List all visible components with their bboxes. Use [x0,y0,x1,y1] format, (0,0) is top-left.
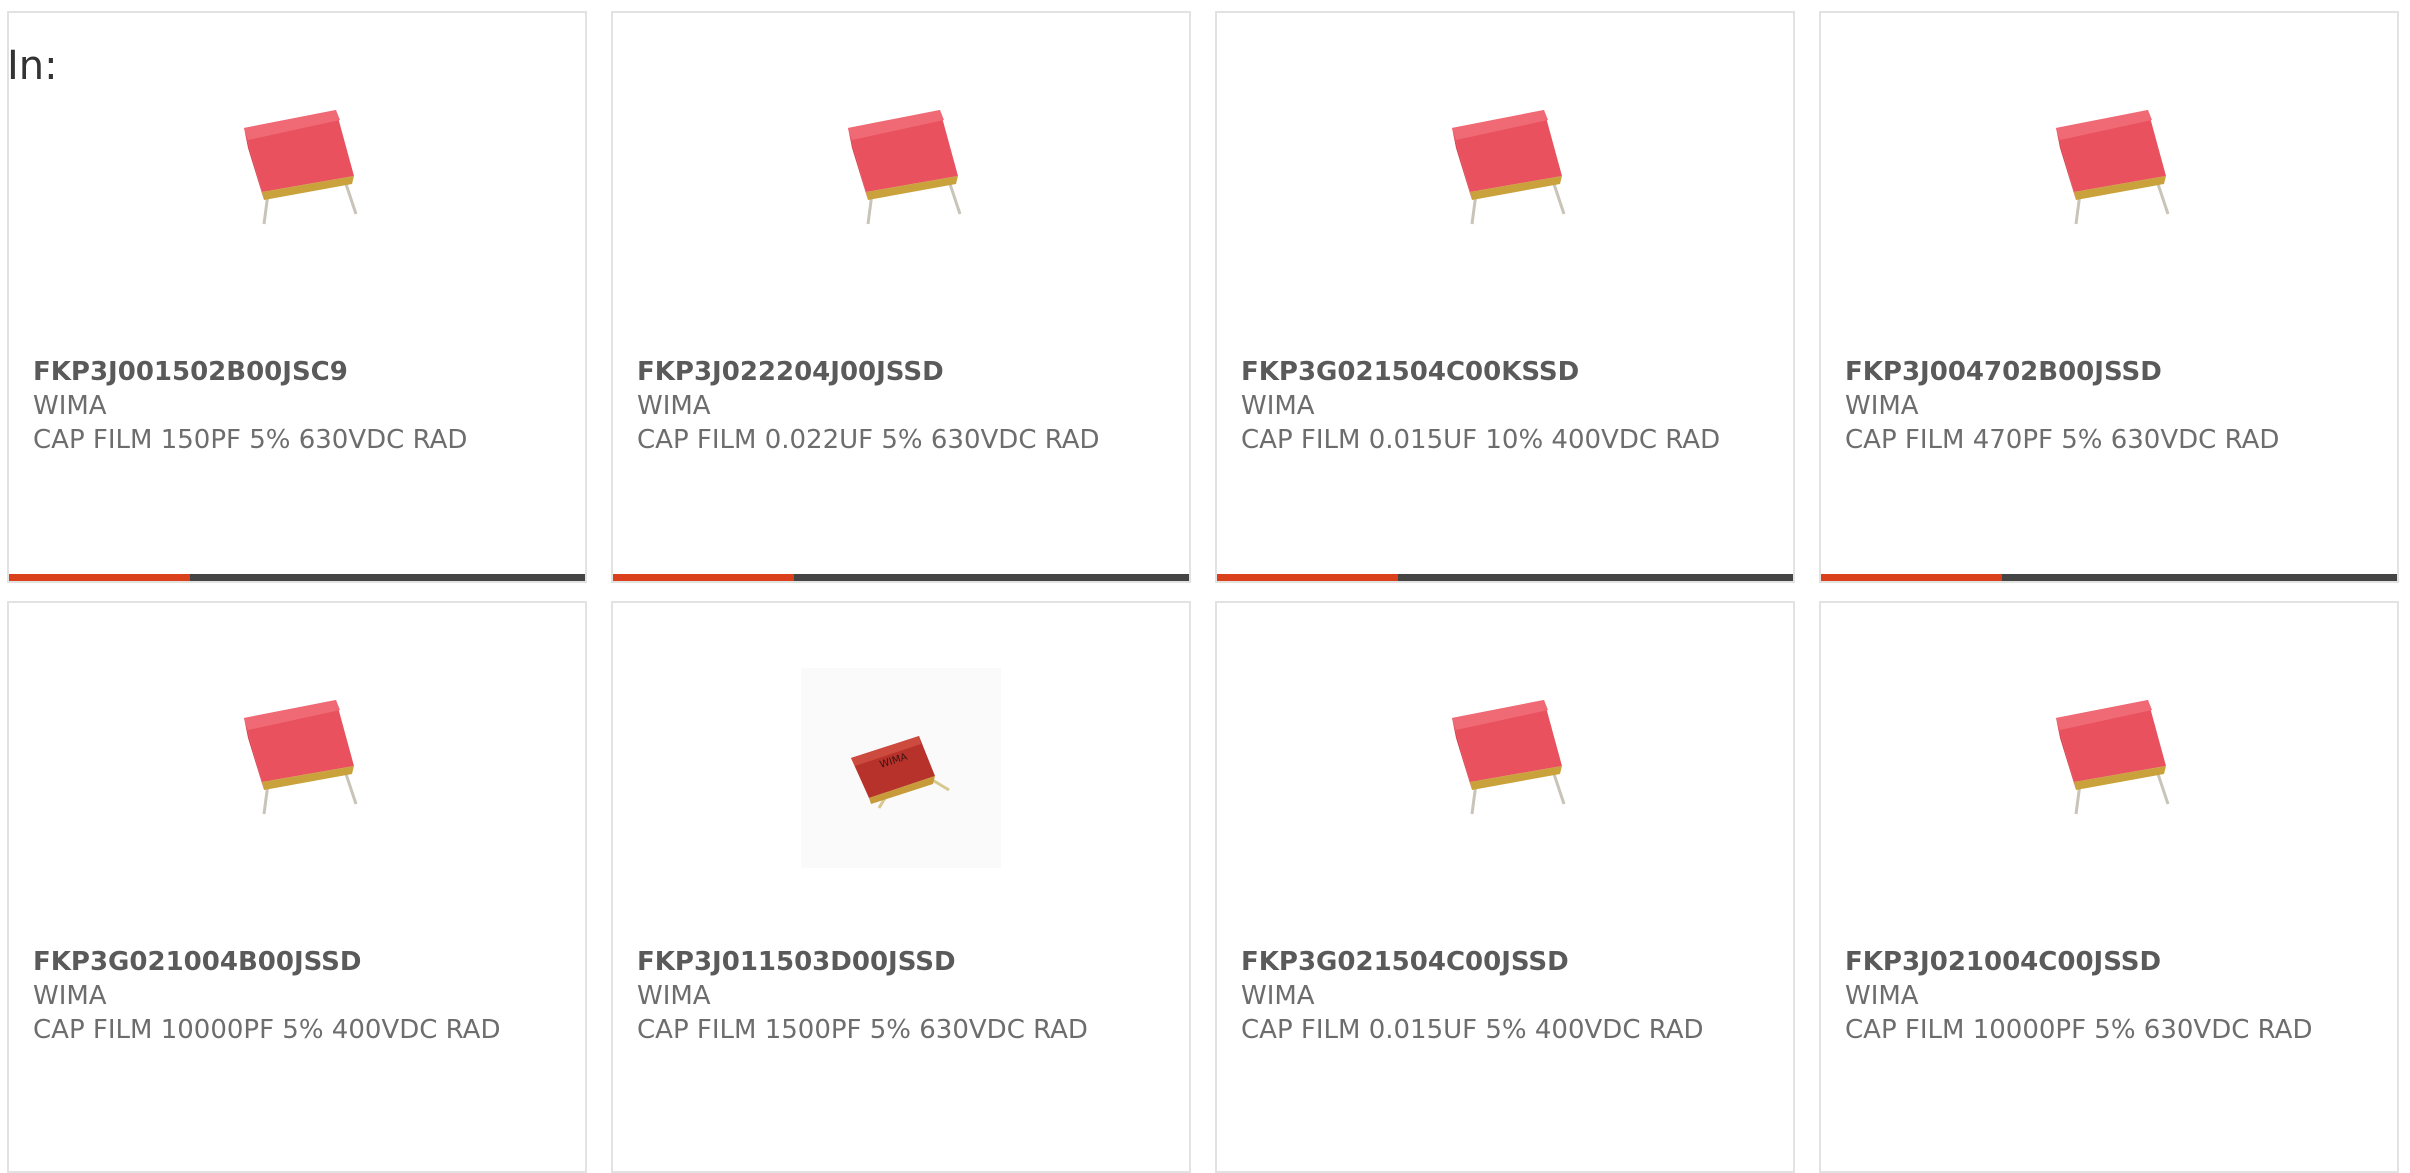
red-film-capacitor-icon [244,700,358,815]
manufacturer: WIMA [33,391,107,421]
product-image[interactable] [763,63,1043,263]
product-card[interactable]: FKP3J004702B00JSSD WIMA CAP FILM 470PF 5… [1819,11,2399,583]
product-card[interactable]: FKP3J001502B00JSC9 WIMA CAP FILM 150PF 5… [7,11,587,583]
product-card[interactable]: FKP3G021504C00JSSD WIMA CAP FILM 0.015UF… [1215,601,1795,1173]
red-film-capacitor-icon [1452,700,1566,815]
description: CAP FILM 10000PF 5% 400VDC RAD [33,1015,501,1045]
manufacturer: WIMA [637,391,711,421]
red-film-capacitor-icon [2056,110,2170,225]
product-card[interactable]: FKP3G021004B00JSSD WIMA CAP FILM 10000PF… [7,601,587,1173]
red-film-capacitor-icon [2056,700,2170,815]
product-image[interactable] [159,653,439,853]
description: CAP FILM 0.015UF 10% 400VDC RAD [1241,425,1721,455]
product-image[interactable] [1367,653,1647,853]
manufacturer: WIMA [1845,391,1919,421]
manufacturer: WIMA [1845,981,1919,1011]
product-card[interactable]: FKP3J021004C00JSSD WIMA CAP FILM 10000PF… [1819,601,2399,1173]
filter-in-label: In: [7,43,58,89]
manufacturer: WIMA [637,981,711,1011]
part-number[interactable]: FKP3G021004B00JSSD [33,945,565,979]
part-number[interactable]: FKP3G021504C00KSSD [1241,355,1773,389]
description: CAP FILM 10000PF 5% 630VDC RAD [1845,1015,2313,1045]
description: CAP FILM 150PF 5% 630VDC RAD [33,425,468,455]
red-film-capacitor-icon [244,110,358,225]
product-info: FKP3G021004B00JSSD WIMA CAP FILM 10000PF… [33,945,565,1047]
product-info: FKP3J022204J00JSSD WIMA CAP FILM 0.022UF… [637,355,1169,457]
product-image[interactable] [1971,653,2251,853]
product-image[interactable] [1367,63,1647,263]
progress-bar [9,574,585,581]
product-info: FKP3J004702B00JSSD WIMA CAP FILM 470PF 5… [1845,355,2377,457]
description: CAP FILM 0.015UF 5% 400VDC RAD [1241,1015,1704,1045]
product-image[interactable]: WIMA [801,668,1001,868]
part-number[interactable]: FKP3G021504C00JSSD [1241,945,1773,979]
product-card[interactable]: FKP3G021504C00KSSD WIMA CAP FILM 0.015UF… [1215,11,1795,583]
red-film-capacitor-icon [848,110,962,225]
description: CAP FILM 1500PF 5% 630VDC RAD [637,1015,1088,1045]
red-film-capacitor-icon [1452,110,1566,225]
part-number[interactable]: FKP3J001502B00JSC9 [33,355,565,389]
description: CAP FILM 0.022UF 5% 630VDC RAD [637,425,1100,455]
product-info: FKP3G021504C00KSSD WIMA CAP FILM 0.015UF… [1241,355,1773,457]
progress-fill [613,574,795,581]
progress-bar [613,574,1189,581]
progress-bar [1217,574,1793,581]
product-image[interactable] [159,63,439,263]
product-card[interactable]: WIMA FKP3J011503D00JSSD WIMA CAP FILM 15… [611,601,1191,1173]
part-number[interactable]: FKP3J021004C00JSSD [1845,945,2377,979]
manufacturer: WIMA [1241,391,1315,421]
part-number[interactable]: FKP3J004702B00JSSD [1845,355,2377,389]
progress-fill [1821,574,2003,581]
small-labeled-film-capacitor-icon: WIMA [851,736,950,809]
manufacturer: WIMA [33,981,107,1011]
product-grid: FKP3J001502B00JSC9 WIMA CAP FILM 150PF 5… [7,11,2399,1173]
product-info: FKP3J021004C00JSSD WIMA CAP FILM 10000PF… [1845,945,2377,1047]
product-card[interactable]: FKP3J022204J00JSSD WIMA CAP FILM 0.022UF… [611,11,1191,583]
product-info: FKP3J011503D00JSSD WIMA CAP FILM 1500PF … [637,945,1169,1047]
product-info: FKP3G021504C00JSSD WIMA CAP FILM 0.015UF… [1241,945,1773,1047]
progress-fill [9,574,191,581]
part-number[interactable]: FKP3J011503D00JSSD [637,945,1169,979]
progress-bar [1821,574,2397,581]
description: CAP FILM 470PF 5% 630VDC RAD [1845,425,2280,455]
product-image[interactable] [1971,63,2251,263]
progress-fill [1217,574,1399,581]
manufacturer: WIMA [1241,981,1315,1011]
part-number[interactable]: FKP3J022204J00JSSD [637,355,1169,389]
product-info: FKP3J001502B00JSC9 WIMA CAP FILM 150PF 5… [33,355,565,457]
